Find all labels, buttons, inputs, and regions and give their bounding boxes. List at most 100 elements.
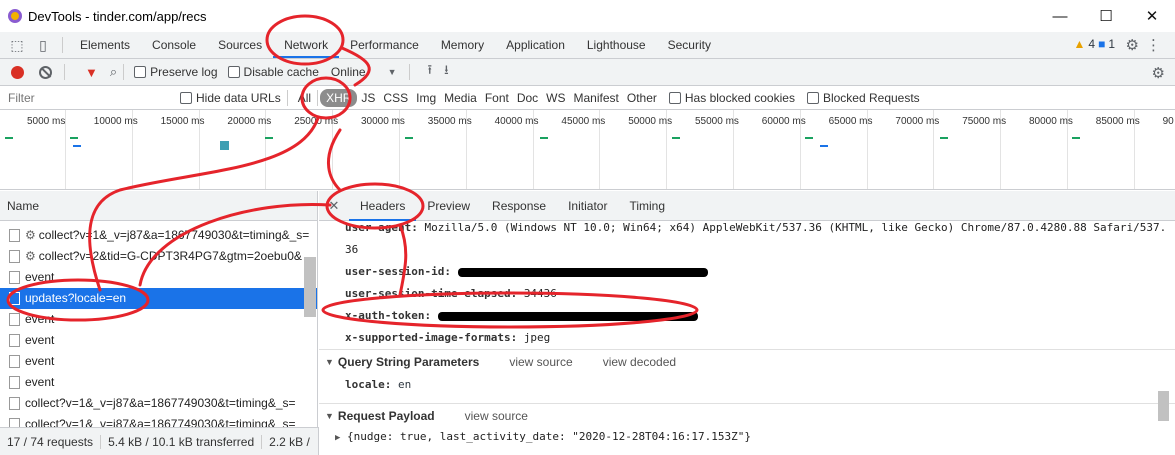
clear-button[interactable] [39,65,52,79]
close-button[interactable]: ✕ [1129,0,1175,32]
request-row[interactable]: event [0,267,317,288]
filter-type-css[interactable]: CSS [379,89,412,107]
request-payload-section-header[interactable]: ▼ Request Payload view source [319,403,1175,427]
tab-preview[interactable]: Preview [416,191,481,221]
tab-performance[interactable]: Performance [339,32,430,58]
device-toolbar-icon[interactable]: ▯ [30,32,56,58]
request-row[interactable]: event [0,372,317,393]
file-icon [9,355,20,368]
filter-type-js[interactable]: JS [357,89,379,107]
minimize-button[interactable]: — [1037,0,1083,32]
header-row: user-agent: Mozilla/5.0 (Windows NT 10.0… [345,221,1175,239]
blocked-requests-checkbox[interactable]: Blocked Requests [806,91,920,105]
expand-triangle-icon: ▼ [325,410,334,421]
request-count: 17 / 74 requests [0,434,102,449]
redaction-mark [437,311,698,321]
request-row[interactable]: event [0,309,317,330]
tab-response[interactable]: Response [481,191,557,221]
query-param-row: locale: en [319,373,1175,397]
more-options-icon[interactable]: ⋮ [1146,36,1161,54]
filter-type-manifest[interactable]: Manifest [570,89,623,107]
import-har-icon[interactable]: ⭱ [428,61,433,83]
checkbox[interactable] [134,66,147,78]
throttling-select[interactable]: Online ▼ [331,65,397,79]
request-row[interactable]: ⚙ collect?v=2&tid=G-CDPT3R4PG7&gtm=2oebu0… [0,246,317,267]
filter-type-font[interactable]: Font [481,89,513,107]
view-source-link[interactable]: view source [509,350,572,374]
request-row[interactable]: collect?v=1&_v=j87&a=1867749030&t=timing… [0,393,317,414]
tab-elements[interactable]: Elements [69,32,141,58]
header-name: user-agent: [345,221,418,234]
hide-data-urls-checkbox[interactable]: Hide data URLs [180,91,281,105]
network-settings-gear-icon[interactable]: ⚙ [1152,64,1165,82]
filter-type-doc[interactable]: Doc [513,89,542,107]
request-list-scrollbar[interactable] [304,257,316,317]
name-column-header[interactable]: Name [0,191,317,221]
header-name: x-supported-image-formats: [345,331,518,344]
filter-input[interactable] [4,87,174,108]
request-row[interactable]: event [0,351,317,372]
tab-network[interactable]: Network [273,32,340,58]
file-icon [9,313,20,326]
file-icon [9,397,20,410]
redaction-mark [457,267,708,277]
tab-timing[interactable]: Timing [618,191,676,221]
filter-icon[interactable]: ▼ [85,65,98,80]
checkbox[interactable] [227,66,240,78]
header-value: 34436 [523,287,557,300]
tab-headers[interactable]: Headers [349,191,417,221]
request-row[interactable]: ⚙ collect?v=1&_v=j87&a=1867749030&t=timin… [0,225,317,246]
view-source-link[interactable]: view source [465,404,528,428]
export-har-icon[interactable]: ⭳ [444,61,449,83]
tab-console[interactable]: Console [141,32,207,58]
tab-initiator[interactable]: Initiator [557,191,618,221]
filter-type-ws[interactable]: WS [542,89,569,107]
tab-memory[interactable]: Memory [430,32,495,58]
record-button[interactable] [11,65,24,79]
request-name: collect?v=2&tid=G-CDPT3R4PG7&gtm=2oebu0& [38,249,302,263]
tab-application[interactable]: Application [495,32,576,58]
network-overview-timeline[interactable]: 5000 ms 10000 ms 15000 ms 20000 ms 25000 ms 3… [0,110,1175,190]
request-row-selected[interactable]: updates?locale=en [0,288,317,309]
header-value: Mozilla/5.0 (Windows NT 10.0; Win64; x64… [424,221,1167,234]
search-icon[interactable]: ⌕ [110,64,117,80]
expand-triangle-icon[interactable]: ▶ [335,433,340,443]
timeline-tick-label: 70000 ms [895,116,940,127]
section-title: Query String Parameters [337,354,480,369]
disable-cache-checkbox[interactable]: Disable cache [227,65,319,79]
filter-type-media[interactable]: Media [440,89,481,107]
filter-type-img[interactable]: Img [412,89,440,107]
request-name: collect?v=1&_v=j87&a=1867749030&t=timing… [25,396,296,410]
filter-type-xhr[interactable]: XHR [320,88,358,107]
view-decoded-link[interactable]: view decoded [603,350,676,374]
header-name: user-session-id: [345,265,451,278]
header-name: user-session-time-elapsed: [345,287,518,300]
request-payload-value: ▶ {nudge: true, last_activity_date: "202… [319,427,1175,447]
divider [123,64,125,80]
preserve-log-checkbox[interactable]: Preserve log [134,65,218,79]
close-icon[interactable]: ✕ [319,198,349,214]
filter-type-other[interactable]: Other [623,89,661,107]
checkbox[interactable] [180,91,192,104]
has-blocked-cookies-checkbox[interactable]: Has blocked cookies [668,91,795,105]
timeline-request-bar [5,137,13,139]
file-icon [9,271,20,284]
gear-small-icon: ⚙ [25,249,36,263]
header-row: x-auth-token: [345,305,1175,327]
tab-security[interactable]: Security [657,32,722,58]
chevron-down-icon: ▼ [387,67,397,77]
inspect-element-icon[interactable]: ⬚ [4,32,30,58]
checkbox[interactable] [806,91,819,104]
tab-lighthouse[interactable]: Lighthouse [576,32,657,58]
issues-counter[interactable]: ▲ 4 ■ 1 [1073,37,1115,51]
maximize-button[interactable]: ☐ [1083,0,1129,32]
tab-sources[interactable]: Sources [207,32,273,58]
request-row[interactable]: event [0,330,317,351]
timeline-request-bar [805,137,813,139]
query-string-section-header[interactable]: ▼ Query String Parameters view source vi… [319,349,1175,373]
detail-scrollbar[interactable] [1158,391,1169,421]
filter-type-all[interactable]: All [294,89,315,107]
checkbox[interactable] [668,91,681,104]
timeline-tick-label: 55000 ms [695,116,739,127]
settings-gear-icon[interactable]: ⚙ [1126,36,1139,54]
